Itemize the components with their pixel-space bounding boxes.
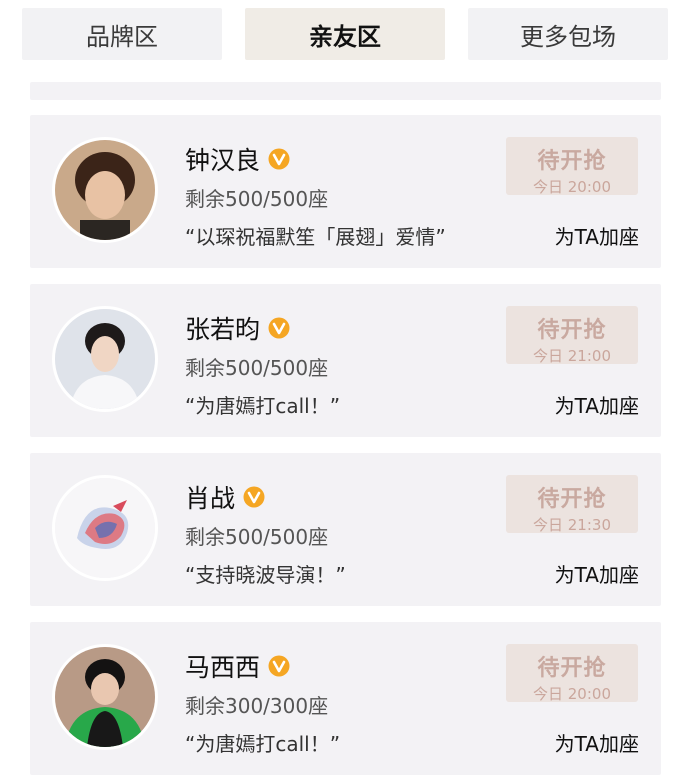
star-name: 肖战 xyxy=(185,479,265,515)
add-seat-link[interactable]: 为TA加座 xyxy=(555,728,639,757)
add-seat-link[interactable]: 为TA加座 xyxy=(555,390,639,419)
support-quote: “支持晓波导演！” xyxy=(185,563,346,587)
card-1: 钟汉良 剩余500/500座 “以琛祝福默笙「展翅」爱情” 待开抢 今日 20:… xyxy=(30,115,661,268)
add-seat-link[interactable]: 为TA加座 xyxy=(555,221,639,250)
top-divider-strip xyxy=(30,82,661,100)
card-2: 张若昀 剩余500/500座 “为唐嫣打call！” 待开抢 今日 21:00 … xyxy=(30,284,661,437)
avatar-portrait-icon xyxy=(55,140,155,240)
grab-button-time: 今日 20:00 xyxy=(533,685,611,703)
avatar-portrait-icon xyxy=(55,647,155,747)
verified-badge-icon xyxy=(268,148,290,170)
grab-button-time: 今日 21:00 xyxy=(533,347,611,365)
seats-remaining: 剩余300/300座 xyxy=(185,694,329,718)
star-name-text: 钟汉良 xyxy=(185,146,261,175)
grab-button-label: 待开抢 xyxy=(537,318,607,343)
star-name-text: 张若昀 xyxy=(185,315,261,344)
avatar xyxy=(52,644,158,750)
seats-remaining: 剩余500/500座 xyxy=(185,525,329,549)
card-3: 肖战 剩余500/500座 “支持晓波导演！” 待开抢 今日 21:30 为TA… xyxy=(30,453,661,606)
card-4: 马西西 剩余300/300座 “为唐嫣打call！” 待开抢 今日 20:00 … xyxy=(30,622,661,775)
star-name: 钟汉良 xyxy=(185,141,290,177)
star-name: 张若昀 xyxy=(185,310,290,346)
support-quote: “为唐嫣打call！” xyxy=(185,394,341,418)
grab-button-time: 今日 21:30 xyxy=(533,516,611,534)
grab-button-time: 今日 20:00 xyxy=(533,178,611,196)
avatar xyxy=(52,137,158,243)
grab-button-label: 待开抢 xyxy=(537,656,607,681)
tab-brand-zone[interactable]: 品牌区 xyxy=(22,8,222,60)
avatar-portrait-icon xyxy=(55,309,155,409)
star-name-text: 肖战 xyxy=(185,484,236,513)
add-seat-link[interactable]: 为TA加座 xyxy=(555,559,639,588)
avatar xyxy=(52,306,158,412)
grab-button[interactable]: 待开抢 今日 21:00 xyxy=(506,306,638,365)
grab-button[interactable]: 待开抢 今日 21:30 xyxy=(506,475,638,534)
avatar xyxy=(52,475,158,581)
verified-badge-icon xyxy=(268,655,290,677)
seats-remaining: 剩余500/500座 xyxy=(185,187,329,211)
tab-friends-zone[interactable]: 亲友区 xyxy=(245,8,445,60)
seats-remaining: 剩余500/500座 xyxy=(185,356,329,380)
grab-button[interactable]: 待开抢 今日 20:00 xyxy=(506,137,638,196)
verified-badge-icon xyxy=(268,317,290,339)
support-quote: “以琛祝福默笙「展翅」爱情” xyxy=(185,225,446,249)
tab-bar: 品牌区 亲友区 更多包场 xyxy=(0,0,690,70)
avatar-abstract-art-icon xyxy=(55,478,155,578)
grab-button-label: 待开抢 xyxy=(537,149,607,174)
star-name-text: 马西西 xyxy=(185,653,261,682)
tab-more-packages[interactable]: 更多包场 xyxy=(468,8,668,60)
grab-button[interactable]: 待开抢 今日 20:00 xyxy=(506,644,638,703)
verified-badge-icon xyxy=(243,486,265,508)
star-name: 马西西 xyxy=(185,648,290,684)
grab-button-label: 待开抢 xyxy=(537,487,607,512)
support-quote: “为唐嫣打call！” xyxy=(185,732,341,756)
